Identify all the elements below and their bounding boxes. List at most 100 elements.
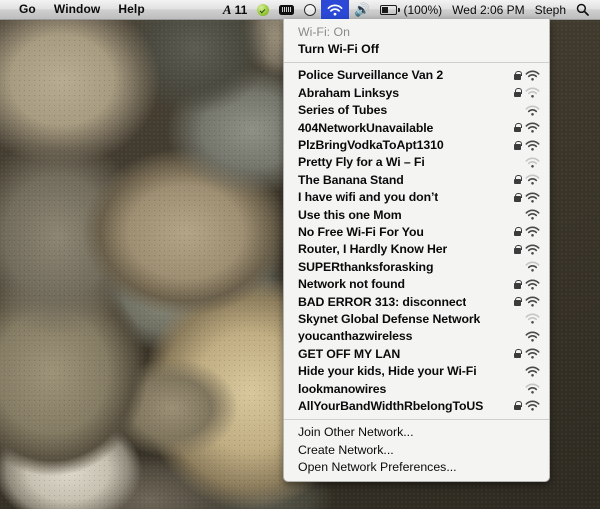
wifi-signal-icon	[525, 192, 540, 203]
lock-icon	[514, 192, 522, 202]
wifi-signal-icon	[525, 296, 540, 307]
network-item[interactable]: 404NetworkUnavailable	[284, 119, 549, 136]
wifi-signal-icon	[525, 366, 540, 377]
status-wifi-menu-open[interactable]	[321, 0, 350, 20]
network-indicators	[506, 296, 540, 307]
network-ssid-label: lookmanowires	[298, 381, 387, 396]
network-ssid-label: Police Surveillance Van 2	[298, 68, 444, 83]
network-list: Police Surveillance Van 2 Abraham Linksy…	[284, 67, 549, 415]
network-item[interactable]: Network not found	[284, 275, 549, 292]
network-ssid-label: GET OFF MY LAN	[298, 346, 401, 361]
network-indicators	[506, 383, 540, 394]
network-indicators	[506, 174, 540, 185]
network-ssid-label: No Free Wi-Fi For You	[298, 224, 424, 239]
network-indicators	[506, 261, 540, 272]
network-ssid-label: Abraham Linksys	[298, 85, 400, 100]
volume-icon: 🔊	[354, 2, 371, 17]
network-item[interactable]: BAD ERROR 313: disconnect	[284, 293, 549, 310]
lock-icon	[514, 279, 522, 289]
network-item[interactable]: Series of Tubes	[284, 102, 549, 119]
network-ssid-label: Series of Tubes	[298, 103, 388, 118]
wifi-signal-icon	[525, 140, 540, 151]
network-item[interactable]: Router, I Hardly Know Her	[284, 241, 549, 258]
lock-icon	[514, 297, 522, 307]
open-network-preferences-item[interactable]: Open Network Preferences...	[284, 458, 549, 475]
menu-help[interactable]: Help	[109, 0, 153, 19]
wifi-status-row: Wi-Fi: On	[284, 23, 549, 40]
wifi-signal-icon	[525, 348, 540, 359]
menu-window[interactable]: Window	[45, 0, 109, 19]
network-indicators	[506, 70, 540, 81]
network-item[interactable]: SUPERthanksforasking	[284, 258, 549, 275]
status-battery[interactable]: (100%)	[375, 0, 447, 20]
lock-icon	[514, 227, 522, 237]
join-other-network-item[interactable]: Join Other Network...	[284, 424, 549, 441]
network-indicators	[506, 140, 540, 151]
network-ssid-label: BAD ERROR 313: disconnect	[298, 294, 467, 309]
network-ssid-label: Use this one Mom	[298, 207, 402, 222]
wifi-signal-icon	[525, 105, 540, 116]
network-indicators	[506, 87, 540, 98]
wifi-signal-icon	[525, 244, 540, 255]
network-item[interactable]: Police Surveillance Van 2	[284, 67, 549, 84]
network-action-label: Join Other Network...	[298, 425, 414, 440]
network-ssid-label: Hide your kids, Hide your Wi-Fi	[298, 364, 477, 379]
lock-icon	[514, 123, 522, 133]
network-item[interactable]: The Banana Stand	[284, 171, 549, 188]
network-item[interactable]: No Free Wi-Fi For You	[284, 223, 549, 240]
wifi-signal-icon	[525, 87, 540, 98]
network-item[interactable]: Use this one Mom	[284, 206, 549, 223]
menu-bar-app-menus: Go Window Help	[10, 0, 154, 19]
create-network-item[interactable]: Create Network...	[284, 441, 549, 458]
status-user[interactable]: Steph	[530, 0, 571, 20]
network-indicators	[506, 209, 540, 220]
wifi-signal-icon	[525, 122, 540, 133]
network-item[interactable]: Abraham Linksys	[284, 84, 549, 101]
network-item[interactable]: Hide your kids, Hide your Wi-Fi	[284, 362, 549, 379]
search-icon	[576, 3, 589, 16]
check-badge-icon	[257, 3, 270, 16]
network-action-label: Create Network...	[298, 442, 394, 457]
script-A-icon: A	[222, 1, 232, 17]
status-input-source[interactable]: A 11	[218, 0, 252, 20]
status-spotlight[interactable]	[571, 0, 594, 20]
network-ssid-label: I have wifi and you don’t	[298, 190, 439, 205]
network-indicators	[506, 122, 540, 133]
network-indicators	[506, 279, 540, 290]
network-item[interactable]: youcanthazwireless	[284, 328, 549, 345]
network-ssid-label: 404NetworkUnavailable	[298, 120, 434, 135]
wifi-signal-icon	[525, 279, 540, 290]
network-action-label: Open Network Preferences...	[298, 460, 457, 475]
network-item[interactable]: Skynet Global Defense Network	[284, 310, 549, 327]
network-indicators	[506, 157, 540, 168]
wifi-toggle-item[interactable]: Turn Wi-Fi Off	[284, 40, 549, 57]
status-eject-media[interactable]	[274, 0, 299, 20]
network-indicators	[506, 348, 540, 359]
lock-icon	[514, 349, 522, 359]
network-item[interactable]: I have wifi and you don’t	[284, 189, 549, 206]
network-indicators	[506, 192, 540, 203]
status-time-machine[interactable]	[299, 0, 321, 20]
status-clock[interactable]: Wed 2:06 PM	[447, 0, 529, 20]
wifi-signal-icon	[525, 400, 540, 411]
network-item[interactable]: PlzBringVodkaToApt1310	[284, 136, 549, 153]
network-indicators	[506, 331, 540, 342]
wifi-signal-icon	[525, 331, 540, 342]
wifi-signal-icon	[525, 70, 540, 81]
eject-icon	[279, 4, 295, 15]
wifi-signal-icon	[525, 157, 540, 168]
time-machine-icon	[304, 3, 317, 16]
network-item[interactable]: lookmanowires	[284, 380, 549, 397]
wifi-signal-icon	[525, 209, 540, 220]
menu-go[interactable]: Go	[10, 0, 45, 19]
menu-bar: Go Window Help A 11 🔊 (100%) Wed 2:06 PM…	[0, 0, 600, 20]
status-green-check[interactable]	[252, 0, 274, 20]
network-indicators	[506, 400, 540, 411]
network-ssid-label: AllYourBandWidthRbelongToUS	[298, 398, 484, 413]
network-item[interactable]: GET OFF MY LAN	[284, 345, 549, 362]
status-volume[interactable]: 🔊	[349, 0, 375, 20]
network-item[interactable]: Pretty Fly for a Wi – Fi	[284, 154, 549, 171]
wifi-signal-icon	[525, 383, 540, 394]
lock-icon	[514, 401, 522, 411]
network-item[interactable]: AllYourBandWidthRbelongToUS	[284, 397, 549, 414]
